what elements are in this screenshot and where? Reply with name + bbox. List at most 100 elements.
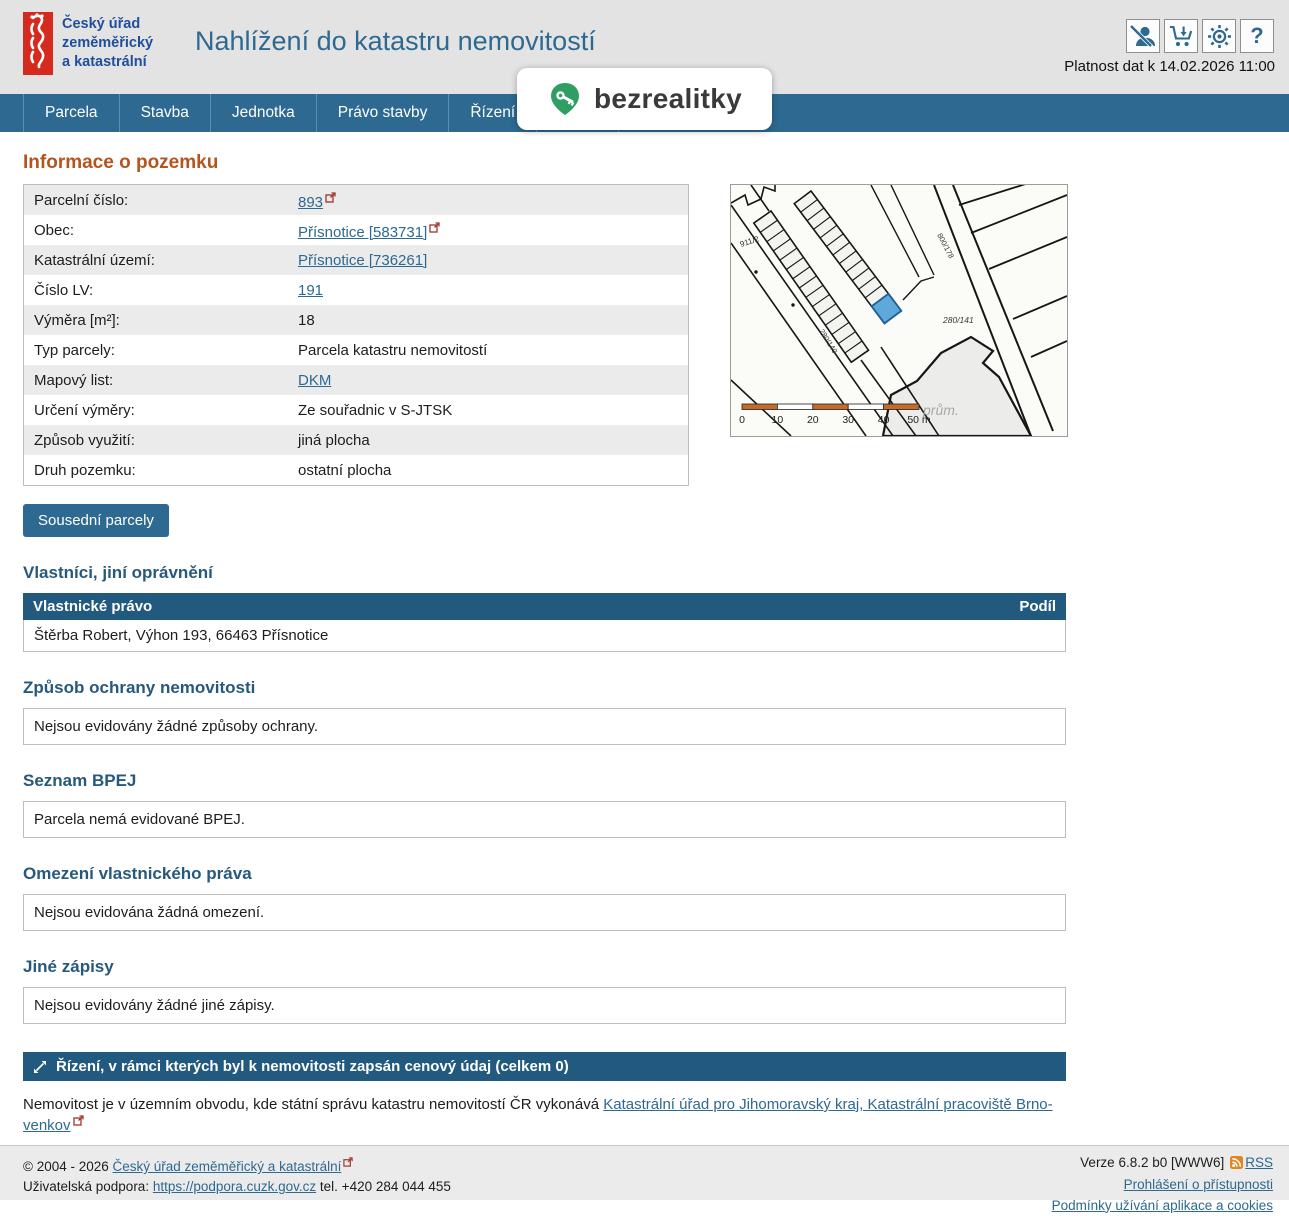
- price-proceedings-bar[interactable]: Řízení, v rámci kterých byl k nemovitost…: [23, 1052, 1066, 1081]
- row-label: Katastrální území:: [24, 245, 289, 275]
- cadastral-area-link[interactable]: Přísnotice [736261]: [298, 252, 427, 269]
- expand-icon: [33, 1060, 47, 1074]
- cart-download-icon: [1168, 24, 1194, 48]
- tab-pravo-stavby[interactable]: Právo stavby: [317, 94, 450, 132]
- cuzk-logo[interactable]: Český úřad zeměměřický a katastrální: [23, 12, 153, 75]
- owner-row: Štěrba Robert, Výhon 193, 66463 Přísnoti…: [23, 620, 1066, 652]
- page-footer: © 2004 - 2026 Český úřad zeměměřický a k…: [0, 1145, 1289, 1200]
- table-row: Určení výměry: Ze souřadnic v S-JTSK: [24, 395, 689, 425]
- accessibility-link[interactable]: Prohlášení o přístupnosti: [1124, 1177, 1273, 1192]
- main-content: Informace o pozemku Parcelní číslo: 893 …: [0, 132, 1289, 1175]
- page-title: Informace o pozemku: [23, 152, 1289, 174]
- svg-text:30: 30: [842, 414, 854, 426]
- owners-table-header: Vlastnické právo Podíl: [23, 593, 1066, 620]
- row-value: 18: [288, 305, 689, 335]
- row-label: Výměra [m²]:: [24, 305, 289, 335]
- section-title-protection: Způsob ochrany nemovitosti: [23, 678, 1289, 698]
- footer-left: © 2004 - 2026 Český úřad zeměměřický a k…: [23, 1153, 451, 1198]
- section-title-restrictions: Omezení vlastnického práva: [23, 864, 1289, 884]
- svg-text:40: 40: [878, 414, 890, 426]
- row-label: Obec:: [24, 215, 289, 245]
- svg-text:20: 20: [807, 414, 819, 426]
- section-title-other-entries: Jiné zápisy: [23, 957, 1289, 977]
- tab-stavba[interactable]: Stavba: [120, 94, 211, 132]
- cart-button[interactable]: [1164, 19, 1198, 53]
- svg-text:0: 0: [739, 414, 745, 426]
- bpej-note: Parcela nemá evidované BPEJ.: [23, 801, 1066, 838]
- table-row: Parcelní číslo: 893: [24, 185, 689, 216]
- help-button[interactable]: ?: [1240, 19, 1274, 53]
- brand-name: bezrealitky: [594, 83, 742, 115]
- col-share: Podíl: [1019, 598, 1056, 615]
- external-link-icon: [325, 190, 336, 207]
- jurisdiction-text: Nemovitost je v územním obvodu, kde stát…: [23, 1096, 603, 1113]
- copyright-text: © 2004 - 2026: [23, 1159, 113, 1174]
- org-name: Český úřad zeměměřický a katastrální: [62, 12, 153, 72]
- svg-text:10: 10: [772, 414, 784, 426]
- row-value: jiná plocha: [288, 425, 689, 455]
- table-row: Obec: Přísnotice [583731]: [24, 215, 689, 245]
- table-row: Způsob využití: jiná plocha: [24, 425, 689, 455]
- map-label: 280/141: [942, 315, 974, 325]
- row-value: Parcela katastru nemovitostí: [288, 335, 689, 365]
- cuzk-lion-icon: [23, 12, 53, 75]
- svg-text:50 m: 50 m: [907, 414, 931, 426]
- row-label: Druh pozemku:: [24, 455, 289, 486]
- support-text: Uživatelská podpora:: [23, 1179, 153, 1194]
- question-icon: ?: [1250, 25, 1263, 47]
- row-label: Parcelní číslo:: [24, 185, 289, 216]
- bezrealitky-overlay: bezrealitky: [517, 68, 772, 130]
- footer-right: Verze 6.8.2 b0 [WWW6] RSS Prohlášení o př…: [1052, 1153, 1273, 1216]
- table-row: Typ parcely: Parcela katastru nemovitost…: [24, 335, 689, 365]
- external-link-icon: [73, 1113, 84, 1130]
- parcel-number-link[interactable]: 893: [298, 194, 323, 211]
- rss-icon: [1230, 1157, 1243, 1172]
- row-label: Typ parcely:: [24, 335, 289, 365]
- owners-title: Vlastníci, jiní oprávnění: [23, 563, 1289, 583]
- external-link-icon: [343, 1153, 353, 1173]
- other-entries-note: Nejsou evidovány žádné jiné zápisy.: [23, 987, 1066, 1024]
- table-row: Katastrální území: Přísnotice [736261]: [24, 245, 689, 275]
- table-row: Výměra [m²]: 18: [24, 305, 689, 335]
- restrictions-note: Nejsou evidována žádná omezení.: [23, 894, 1066, 931]
- price-bar-label: Řízení, v rámci kterých byl k nemovitost…: [56, 1058, 569, 1075]
- rss-link[interactable]: RSS: [1245, 1155, 1273, 1170]
- external-link-icon: [429, 220, 440, 237]
- map-sheet-link[interactable]: DKM: [298, 372, 331, 389]
- gear-icon: [1207, 24, 1232, 49]
- lv-number-link[interactable]: 191: [298, 282, 323, 299]
- cadastral-map-preview[interactable]: 911/2 800/178 280/141 280/140 prům. 0 10…: [730, 184, 1068, 437]
- table-row: Číslo LV: 191: [24, 275, 689, 305]
- version-text: Verze 6.8.2 b0 [WWW6]: [1080, 1155, 1224, 1170]
- row-label: Způsob využití:: [24, 425, 289, 455]
- row-label: Určení výměry:: [24, 395, 289, 425]
- owner-name: Štěrba Robert, Výhon 193, 66463 Přísnoti…: [34, 627, 328, 644]
- user-slash-icon: [1130, 23, 1156, 49]
- row-value: ostatní plocha: [288, 455, 689, 486]
- table-row: Druh pozemku: ostatní plocha: [24, 455, 689, 486]
- jurisdiction-note: Nemovitost je v územním obvodu, kde stát…: [23, 1096, 1066, 1134]
- neighboring-parcels-button[interactable]: Sousední parcely: [23, 504, 169, 537]
- municipality-link[interactable]: Přísnotice [583731]: [298, 224, 427, 241]
- protection-note: Nejsou evidovány žádné způsoby ochrany.: [23, 708, 1066, 745]
- tab-jednotka[interactable]: Jednotka: [211, 94, 317, 132]
- support-link[interactable]: https://podpora.cuzk.gov.cz: [153, 1179, 316, 1194]
- data-validity: Platnost dat k 14.02.2026 11:00: [1064, 58, 1275, 75]
- pin-key-icon: [547, 81, 583, 117]
- row-label: Číslo LV:: [24, 275, 289, 305]
- login-user-button[interactable]: [1126, 19, 1160, 53]
- section-title-bpej: Seznam BPEJ: [23, 771, 1289, 791]
- header-toolbar: ?: [1126, 19, 1274, 53]
- table-row: Mapový list: DKM: [24, 365, 689, 395]
- cuzk-footer-link[interactable]: Český úřad zeměměřický a katastrální: [113, 1159, 342, 1174]
- tab-parcela[interactable]: Parcela: [23, 94, 120, 132]
- row-label: Mapový list:: [24, 365, 289, 395]
- cadastral-map-drawing: 911/2 800/178 280/141 280/140 prům. 0 10…: [731, 185, 1067, 436]
- row-value: Ze souřadnic v S-JTSK: [288, 395, 689, 425]
- app-title: Nahlížení do katastru nemovitostí: [195, 26, 596, 57]
- owners-table: Vlastnické právo Podíl Štěrba Robert, Vý…: [23, 593, 1066, 652]
- support-phone: tel. +420 284 044 455: [316, 1179, 451, 1194]
- settings-button[interactable]: [1202, 19, 1236, 53]
- col-ownership: Vlastnické právo: [33, 598, 152, 615]
- parcel-info-table: Parcelní číslo: 893 Obec: Přísnotice [58…: [23, 184, 689, 486]
